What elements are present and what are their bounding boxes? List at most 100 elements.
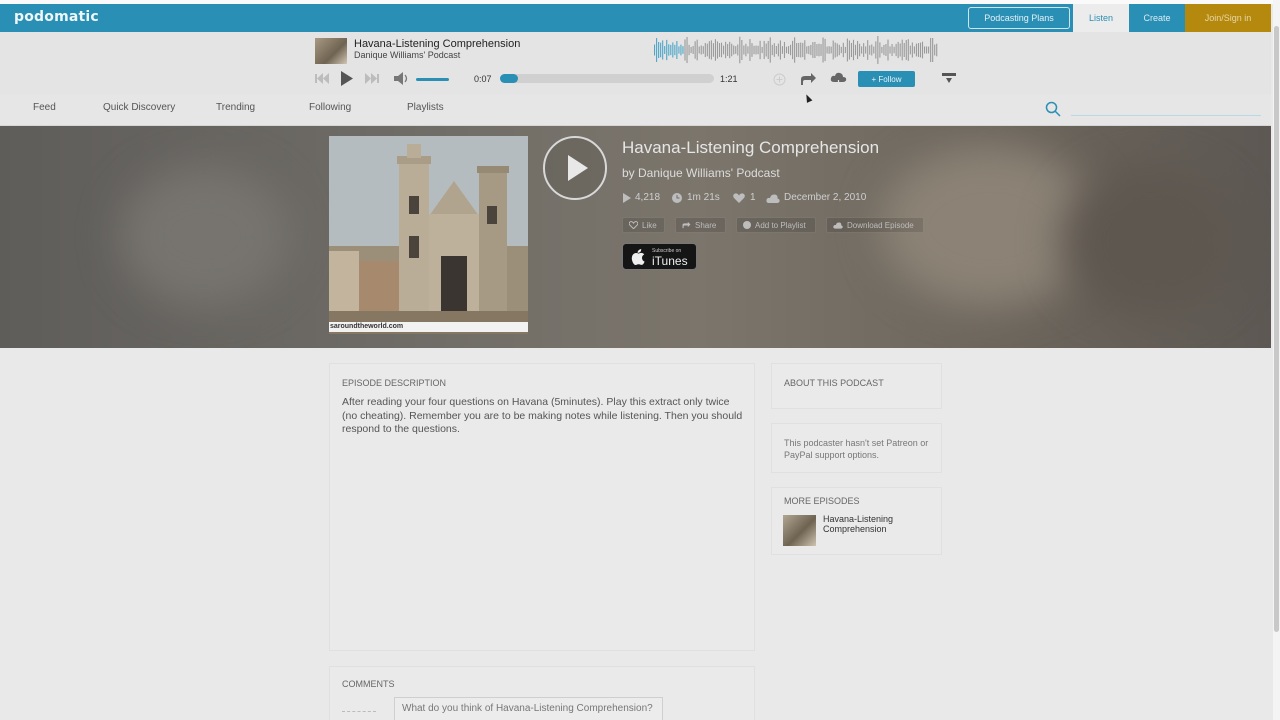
waveform-bar (664, 46, 666, 54)
cover-caption: saroundtheworld.com (329, 322, 528, 332)
share-button[interactable]: Share (675, 217, 726, 233)
download-episode-label: Download Episode (847, 220, 914, 230)
volume-icon[interactable] (394, 72, 409, 85)
waveform-bar (767, 41, 769, 59)
waveform-bar (747, 46, 749, 54)
waveform-bar (720, 42, 723, 58)
waveform-bar (781, 46, 783, 54)
waveform-bar (775, 45, 777, 55)
waveform-bar (921, 41, 924, 59)
player-episode-title[interactable]: Havana-Listening Comprehension (354, 38, 520, 50)
nav-join-sign-in[interactable]: Join/Sign in (1185, 4, 1271, 32)
waveform-bar (678, 46, 680, 54)
volume-slider[interactable] (416, 78, 449, 81)
nav-listen[interactable]: Listen (1073, 4, 1129, 32)
waveform-bar (735, 46, 737, 54)
waveform-bar (806, 46, 808, 54)
waveform-bar (792, 40, 794, 60)
waveform-bar (848, 40, 850, 60)
subnav-trending[interactable]: Trending (216, 102, 255, 113)
more-episode-title[interactable]: Havana-Listening Comprehension (823, 514, 933, 534)
previous-icon[interactable] (315, 73, 329, 84)
nav-create[interactable]: Create (1129, 4, 1185, 32)
waveform-bar (820, 44, 822, 56)
waveform-bar (753, 45, 755, 55)
like-button[interactable]: Like (622, 217, 665, 233)
player-podcast-name[interactable]: Danique Williams' Podcast (354, 50, 460, 60)
add-circle-icon[interactable] (773, 73, 786, 86)
waveform-bar (759, 40, 761, 60)
waveform-bar (887, 39, 889, 61)
next-icon[interactable] (365, 73, 379, 84)
itunes-subscribe-badge[interactable]: Subscribe on iTunes (622, 243, 697, 270)
download-episode-button[interactable]: Download Episode (826, 217, 924, 233)
waveform-bar (812, 42, 814, 58)
waveform-bar (840, 46, 842, 54)
waveform-bar (800, 42, 802, 58)
waveform-bar (867, 40, 869, 60)
waveform-bar (846, 38, 848, 62)
player-episode-thumbnail[interactable] (315, 38, 347, 64)
subnav-playlists[interactable]: Playlists (407, 102, 444, 113)
waveform-bar (682, 46, 684, 54)
duration-time: 1:21 (720, 74, 738, 84)
waveform-bar (850, 42, 853, 58)
waveform-bar (798, 42, 800, 58)
subnav-quick-discovery[interactable]: Quick Discovery (103, 102, 175, 113)
waveform-bar (668, 44, 670, 56)
waveform-bar (694, 41, 696, 59)
search-icon[interactable] (1045, 101, 1061, 117)
support-card: This podcaster hasn't set Patreon or Pay… (771, 423, 942, 473)
waveform-bar (757, 45, 759, 55)
more-episodes-card: MORE EPISODES Havana-Listening Comprehen… (771, 487, 942, 555)
podcasting-plans-button[interactable]: Podcasting Plans (968, 7, 1070, 29)
subnav-following[interactable]: Following (309, 102, 351, 113)
podomatic-logo[interactable]: podomatic (14, 9, 99, 25)
page-scrollbar[interactable] (1273, 0, 1280, 720)
waveform-bar (802, 42, 804, 58)
waveform-bar (913, 46, 915, 54)
waveform-bar (909, 45, 911, 55)
waveform-bar (899, 43, 901, 57)
play-episode-icon[interactable] (542, 135, 608, 201)
follow-button[interactable]: + Follow (858, 71, 915, 87)
waveform-bar (692, 46, 694, 54)
waveform-bar (749, 39, 751, 61)
episode-byline[interactable]: by Danique Williams' Podcast (622, 166, 780, 180)
episode-cover-image[interactable]: saroundtheworld.com (329, 136, 528, 334)
waveform[interactable] (654, 35, 938, 65)
waveform-bar (737, 44, 739, 56)
waveform-bar (727, 44, 729, 56)
download-cloud-icon[interactable] (830, 72, 847, 86)
download-small-icon (833, 222, 843, 229)
scrollbar-thumb[interactable] (1274, 26, 1279, 632)
waveform-bar (698, 46, 700, 54)
progress-bar[interactable] (500, 74, 714, 83)
waveform-bar (891, 44, 893, 56)
waveform-bar (897, 41, 899, 59)
waveform-bar (794, 37, 796, 63)
waveform-bar (814, 41, 816, 59)
about-podcast-card: ABOUT THIS PODCAST (771, 363, 942, 409)
collapse-player-icon[interactable] (942, 73, 956, 85)
waveform-bar (773, 43, 775, 57)
waveform-bar (755, 45, 757, 55)
more-episode-thumbnail[interactable] (783, 515, 816, 546)
waveform-bar (743, 45, 745, 55)
play-icon[interactable] (340, 71, 353, 86)
waveform-bar (824, 38, 826, 62)
waveform-bar (917, 43, 919, 57)
episode-hero: saroundtheworld.com Havana-Listening Com… (0, 126, 1271, 348)
waveform-bar (739, 36, 741, 64)
waveform-bar (725, 41, 727, 59)
share-icon[interactable] (800, 72, 817, 86)
comment-input[interactable]: What do you think of Havana-Listening Co… (394, 697, 663, 720)
add-to-playlist-button[interactable]: Add to Playlist (736, 217, 816, 233)
subnav-feed[interactable]: Feed (33, 102, 56, 113)
waveform-bar (790, 44, 792, 56)
search-input[interactable] (1071, 106, 1261, 116)
waveform-bar (816, 44, 818, 56)
published-date: December 2, 2010 (784, 192, 867, 203)
waveform-bar (901, 39, 903, 61)
waveform-bar (686, 36, 688, 64)
